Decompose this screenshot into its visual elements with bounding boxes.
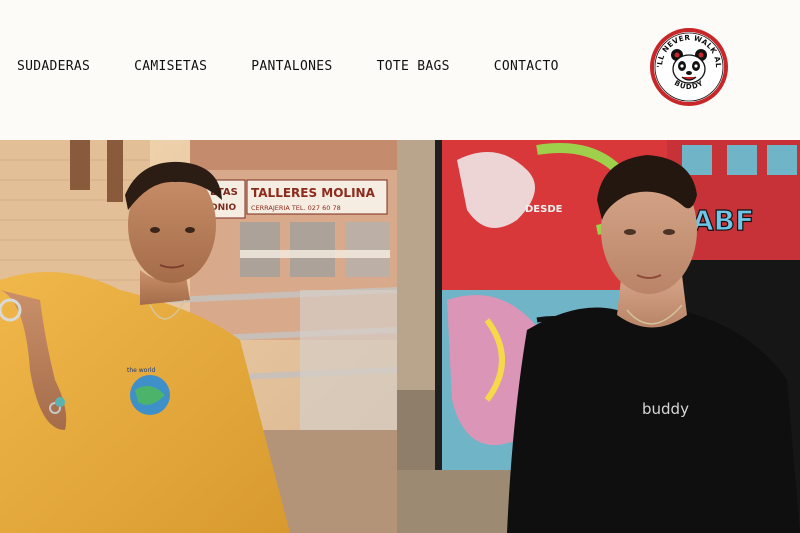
hero-banner: ETAS ONIO TALLERES MOLINA CERRAJERIA TEL… xyxy=(0,140,800,533)
hero-photo-black-tshirt[interactable]: DESDE ABF buddy xyxy=(397,140,800,533)
nav-item-camisetas[interactable]: CAMISETAS xyxy=(134,59,207,77)
shirt-print-buddy: buddy xyxy=(642,400,689,418)
main-nav: SUDADERAS CAMISETAS PANTALONES TOTE BAGS… xyxy=(17,59,559,77)
sign-talleres: TALLERES MOLINA xyxy=(251,186,376,200)
svg-text:the world: the world xyxy=(127,367,155,374)
nav-item-sudaderas[interactable]: SUDADERAS xyxy=(17,59,90,77)
nav-item-contacto[interactable]: CONTACTO xyxy=(494,59,559,77)
hero-photo-yellow-tshirt[interactable]: ETAS ONIO TALLERES MOLINA CERRAJERIA TEL… xyxy=(0,140,397,533)
brand-logo[interactable]: YOU'LL NEVER WALK ALONE BUDDY xyxy=(645,20,729,107)
nav-item-pantalones[interactable]: PANTALONES xyxy=(251,59,332,77)
site-header: SUDADERAS CAMISETAS PANTALONES TOTE BAGS… xyxy=(0,0,800,140)
sign-talleres-sub: CERRAJERIA TEL. 027 60 78 xyxy=(251,204,341,212)
nav-item-tote-bags[interactable]: TOTE BAGS xyxy=(377,59,450,77)
graffiti-desde: DESDE xyxy=(525,204,563,215)
graffiti-abf: ABF xyxy=(692,204,754,237)
panda-face-icon: YOU'LL NEVER WALK ALONE BUDDY xyxy=(645,20,728,106)
